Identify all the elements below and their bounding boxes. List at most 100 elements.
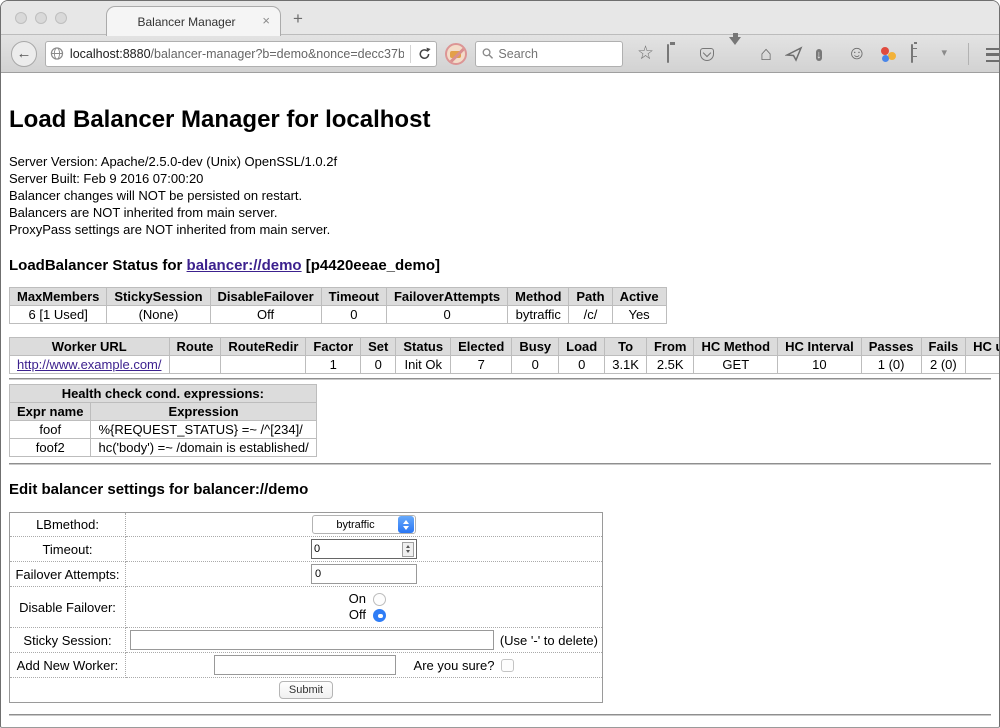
new-tab-button[interactable]: + <box>293 9 303 29</box>
number-spinner-icon[interactable] <box>402 542 414 557</box>
pocket-icon[interactable] <box>698 45 716 63</box>
health-table-caption: Health check cond. expressions: <box>10 385 317 403</box>
sticky-session-hint: (Use '-' to delete) <box>500 633 598 648</box>
val-elected: 7 <box>451 356 512 374</box>
inherit-note-line: Balancers are NOT inherited from main se… <box>9 204 991 221</box>
server-info: Server Version: Apache/2.5.0-dev (Unix) … <box>9 153 991 238</box>
browser-window: Balancer Manager × + ← localhost:8880/ba… <box>0 0 1000 728</box>
col-timeout: Timeout <box>321 288 386 306</box>
disable-failover-off-radio[interactable] <box>373 609 386 622</box>
submit-button[interactable]: Submit <box>279 681 333 699</box>
downloads-icon[interactable] <box>729 45 747 63</box>
timeout-row: Timeout: <box>10 537 603 562</box>
col-from: From <box>646 338 694 356</box>
table-row: foof %{REQUEST_STATUS} =~ /^[234]/ <box>10 421 317 439</box>
add-worker-input[interactable] <box>214 655 396 675</box>
send-tab-icon[interactable] <box>785 45 803 63</box>
toolbar-divider <box>968 43 969 65</box>
worker-status-table: Worker URL Route RouteRedir Factor Set S… <box>9 337 1000 374</box>
col-worker-url: Worker URL <box>10 338 170 356</box>
close-window-button[interactable] <box>15 12 27 24</box>
timeout-input[interactable] <box>314 543 402 555</box>
table-header-row: MaxMembers StickySession DisableFailover… <box>10 288 667 306</box>
bookmark-star-icon[interactable]: ☆ <box>637 44 654 63</box>
home-icon[interactable]: ⌂ <box>760 44 772 64</box>
val-expression: %{REQUEST_STATUS} =~ /^[234]/ <box>91 421 316 439</box>
radio-on-label: On <box>342 591 366 607</box>
sticky-session-label: Sticky Session: <box>10 628 126 653</box>
reading-list-icon[interactable] <box>667 45 685 63</box>
col-method: Method <box>508 288 569 306</box>
disable-failover-label: Disable Failover: <box>10 587 126 628</box>
divider <box>9 714 991 716</box>
search-icon <box>482 47 493 60</box>
failover-attempts-input[interactable] <box>311 564 417 584</box>
col-hc-uri: HC uri <box>966 338 1000 356</box>
col-stickysession: StickySession <box>107 288 210 306</box>
val-busy: 0 <box>512 356 559 374</box>
val-stickysession: (None) <box>107 306 210 324</box>
add-worker-row: Add New Worker: Are you sure? <box>10 653 603 678</box>
reload-icon[interactable] <box>417 46 432 62</box>
minimize-window-button[interactable] <box>35 12 47 24</box>
search-input[interactable] <box>498 47 616 61</box>
val-route <box>169 356 221 374</box>
overflow-caret-icon[interactable]: ▾ <box>942 48 948 59</box>
table-row: 6 [1 Used] (None) Off 0 0 bytraffic /c/ … <box>10 306 667 324</box>
traffic-lights <box>15 12 67 24</box>
add-worker-label: Add New Worker: <box>10 653 126 678</box>
disable-failover-row: Disable Failover: On Off <box>10 587 603 628</box>
page-content: Load Balancer Manager for localhost Serv… <box>1 73 999 716</box>
val-hc-method: GET <box>694 356 778 374</box>
url-bar-divider <box>410 45 411 63</box>
navigation-toolbar: ← localhost:8880/balancer-manager?b=demo… <box>1 35 999 73</box>
col-route: Route <box>169 338 221 356</box>
save-to-device-icon[interactable]: ↓ <box>816 45 834 63</box>
table-row: http://www.example.com/ 1 0 Init Ok 7 0 … <box>10 356 1000 374</box>
are-you-sure-checkbox[interactable] <box>501 659 514 672</box>
tab-balancer-manager[interactable]: Balancer Manager × <box>106 6 281 36</box>
content-blocked-icon[interactable] <box>445 43 467 65</box>
radio-off-label: Off <box>342 607 366 623</box>
search-bar[interactable] <box>475 41 623 67</box>
val-active: Yes <box>612 306 666 324</box>
val-from: 2.5K <box>646 356 694 374</box>
disable-failover-on-radio[interactable] <box>373 593 386 606</box>
col-expression: Expression <box>91 403 316 421</box>
persist-note-line: Balancer changes will NOT be persisted o… <box>9 187 991 204</box>
worker-url-link[interactable]: http://www.example.com/ <box>17 357 162 372</box>
col-hc-method: HC Method <box>694 338 778 356</box>
forum-smiley-icon[interactable]: ☺ <box>847 44 866 63</box>
col-hc-interval: HC Interval <box>778 338 862 356</box>
failover-attempts-row: Failover Attempts: <box>10 562 603 587</box>
col-elected: Elected <box>451 338 512 356</box>
val-routeredir <box>221 356 306 374</box>
failover-attempts-label: Failover Attempts: <box>10 562 126 587</box>
val-to: 3.1K <box>605 356 647 374</box>
val-expr-name: foof <box>10 421 91 439</box>
val-path: /c/ <box>569 306 612 324</box>
menu-hamburger-icon[interactable] <box>986 48 1000 62</box>
tab-close-icon[interactable]: × <box>262 13 270 28</box>
sticky-session-input[interactable] <box>130 630 494 650</box>
zoom-window-button[interactable] <box>55 12 67 24</box>
status-heading-prefix: LoadBalancer Status for <box>9 257 187 274</box>
container-battery-icon[interactable] <box>911 45 929 63</box>
val-failoverattempts: 0 <box>386 306 507 324</box>
extension-colored-dots-icon[interactable] <box>880 45 898 63</box>
val-load: 0 <box>559 356 605 374</box>
lbmethod-select[interactable]: bytraffic <box>312 515 416 534</box>
val-maxmembers: 6 [1 Used] <box>10 306 107 324</box>
col-busy: Busy <box>512 338 559 356</box>
back-button[interactable]: ← <box>11 41 37 67</box>
sticky-session-row: Sticky Session: (Use '-' to delete) <box>10 628 603 653</box>
val-method: bytraffic <box>508 306 569 324</box>
toolbar-icon-group: ☆ ⌂ ↓ ☺ ▾ <box>637 43 1000 65</box>
url-path: /balancer-manager?b=demo&nonce=decc37be-… <box>151 47 405 61</box>
url-bar[interactable]: localhost:8880/balancer-manager?b=demo&n… <box>45 41 437 67</box>
timeout-input-wrap <box>311 539 417 559</box>
val-status: Init Ok <box>396 356 451 374</box>
table-caption-row: Health check cond. expressions: <box>10 385 317 403</box>
select-stepper-icon <box>398 516 414 533</box>
balancer-demo-link[interactable]: balancer://demo <box>187 257 302 274</box>
